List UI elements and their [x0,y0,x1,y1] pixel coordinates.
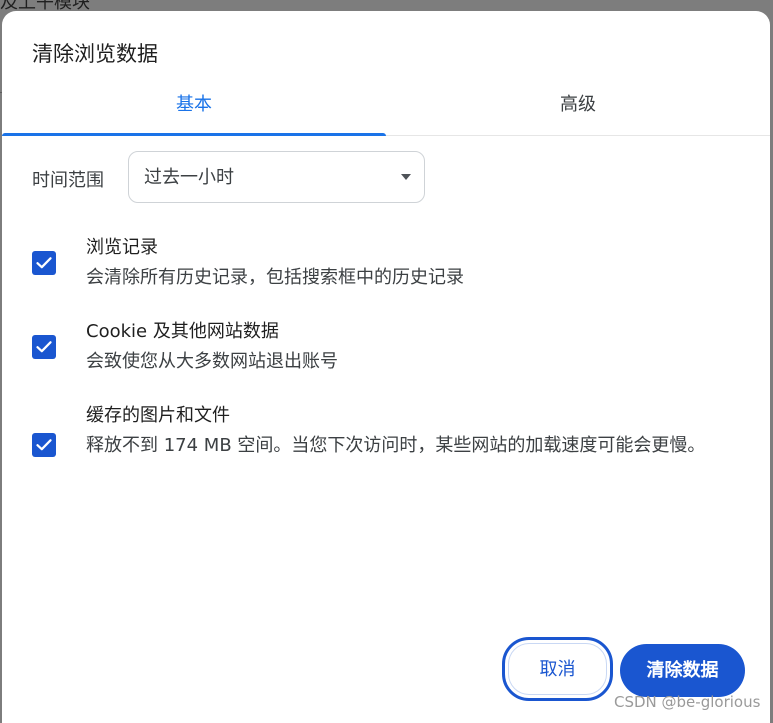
dialog-title: 清除浏览数据 [32,42,158,66]
dropdown-arrow-icon [401,174,411,180]
clear-browsing-data-dialog: 清除浏览数据 基本 高级 时间范围 过去一小时 浏览记录 会清除所有历史记录，包… [2,11,770,723]
cancel-button[interactable]: 取消 [502,637,613,701]
cookies-title: Cookie 及其他网站数据 [86,321,279,342]
csdn-watermark: CSDN @be-glorious [614,693,761,711]
tab-advanced-label: 高级 [560,94,596,115]
checkmark-icon [36,341,52,353]
tab-advanced[interactable]: 高级 [386,83,770,135]
cached-files-title: 缓存的图片和文件 [86,405,230,426]
checkmark-icon [36,439,52,451]
cached-files-description: 释放不到 174 MB 空间。当您下次访问时，某些网站的加载速度可能会更慢。 [86,435,706,456]
time-range-value: 过去一小时 [144,167,234,188]
tab-selected-indicator [2,133,386,136]
time-range-select[interactable]: 过去一小时 [128,151,425,203]
browsing-history-description: 会清除所有历史记录，包括搜索框中的历史记录 [86,267,464,288]
cached-files-checkbox[interactable] [32,433,56,457]
tab-basic-label: 基本 [176,94,212,115]
cookies-description: 会致使您从大多数网站退出账号 [86,351,338,372]
time-range-label: 时间范围 [32,170,104,191]
browsing-history-title: 浏览记录 [86,237,158,258]
tab-basic[interactable]: 基本 [2,83,386,136]
clear-data-button[interactable]: 清除数据 [620,644,745,697]
cookies-checkbox[interactable] [32,335,56,359]
checkmark-icon [36,257,52,269]
browsing-history-checkbox[interactable] [32,251,56,275]
tab-bar: 基本 高级 [2,83,770,136]
